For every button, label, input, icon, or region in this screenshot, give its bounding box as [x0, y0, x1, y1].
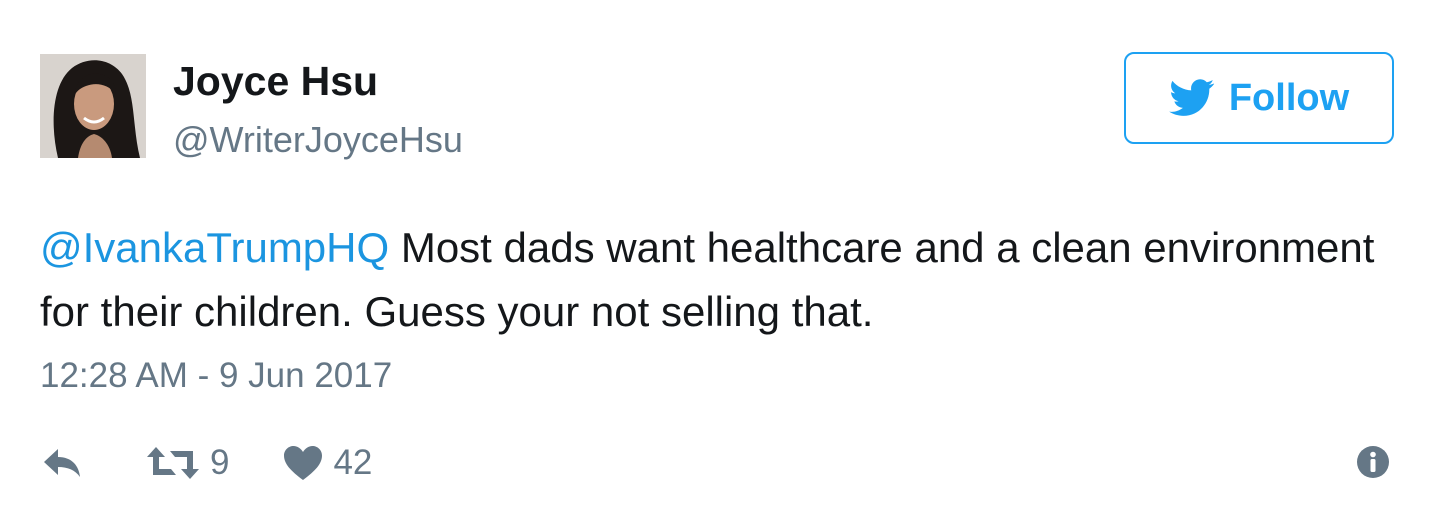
retweet-count: 9 [210, 443, 230, 482]
avatar[interactable] [40, 54, 146, 158]
twitter-bird-icon [1169, 79, 1214, 116]
info-icon[interactable] [1356, 445, 1390, 479]
author-handle[interactable]: @WriterJoyceHsu [173, 119, 463, 161]
reply-button[interactable] [40, 446, 84, 480]
retweet-button[interactable]: 9 [146, 443, 229, 483]
follow-label: Follow [1228, 76, 1350, 119]
tweet-text: @IvankaTrumpHQ Most dads want healthcare… [40, 216, 1380, 344]
avatar-photo [40, 54, 146, 158]
author-name[interactable]: Joyce Hsu [173, 58, 378, 105]
tweet-mention-link[interactable]: @IvankaTrumpHQ [40, 224, 389, 271]
reply-icon [44, 449, 80, 477]
retweet-icon [147, 447, 199, 479]
tweet-timestamp[interactable]: 12:28 AM - 9 Jun 2017 [40, 356, 392, 396]
like-count: 42 [333, 443, 373, 482]
follow-button[interactable]: Follow [1124, 52, 1394, 144]
heart-icon [284, 446, 323, 480]
like-button[interactable]: 42 [283, 443, 372, 483]
tweet-actions: 9 42 [40, 440, 372, 486]
info-icon-glyph [1357, 446, 1389, 478]
